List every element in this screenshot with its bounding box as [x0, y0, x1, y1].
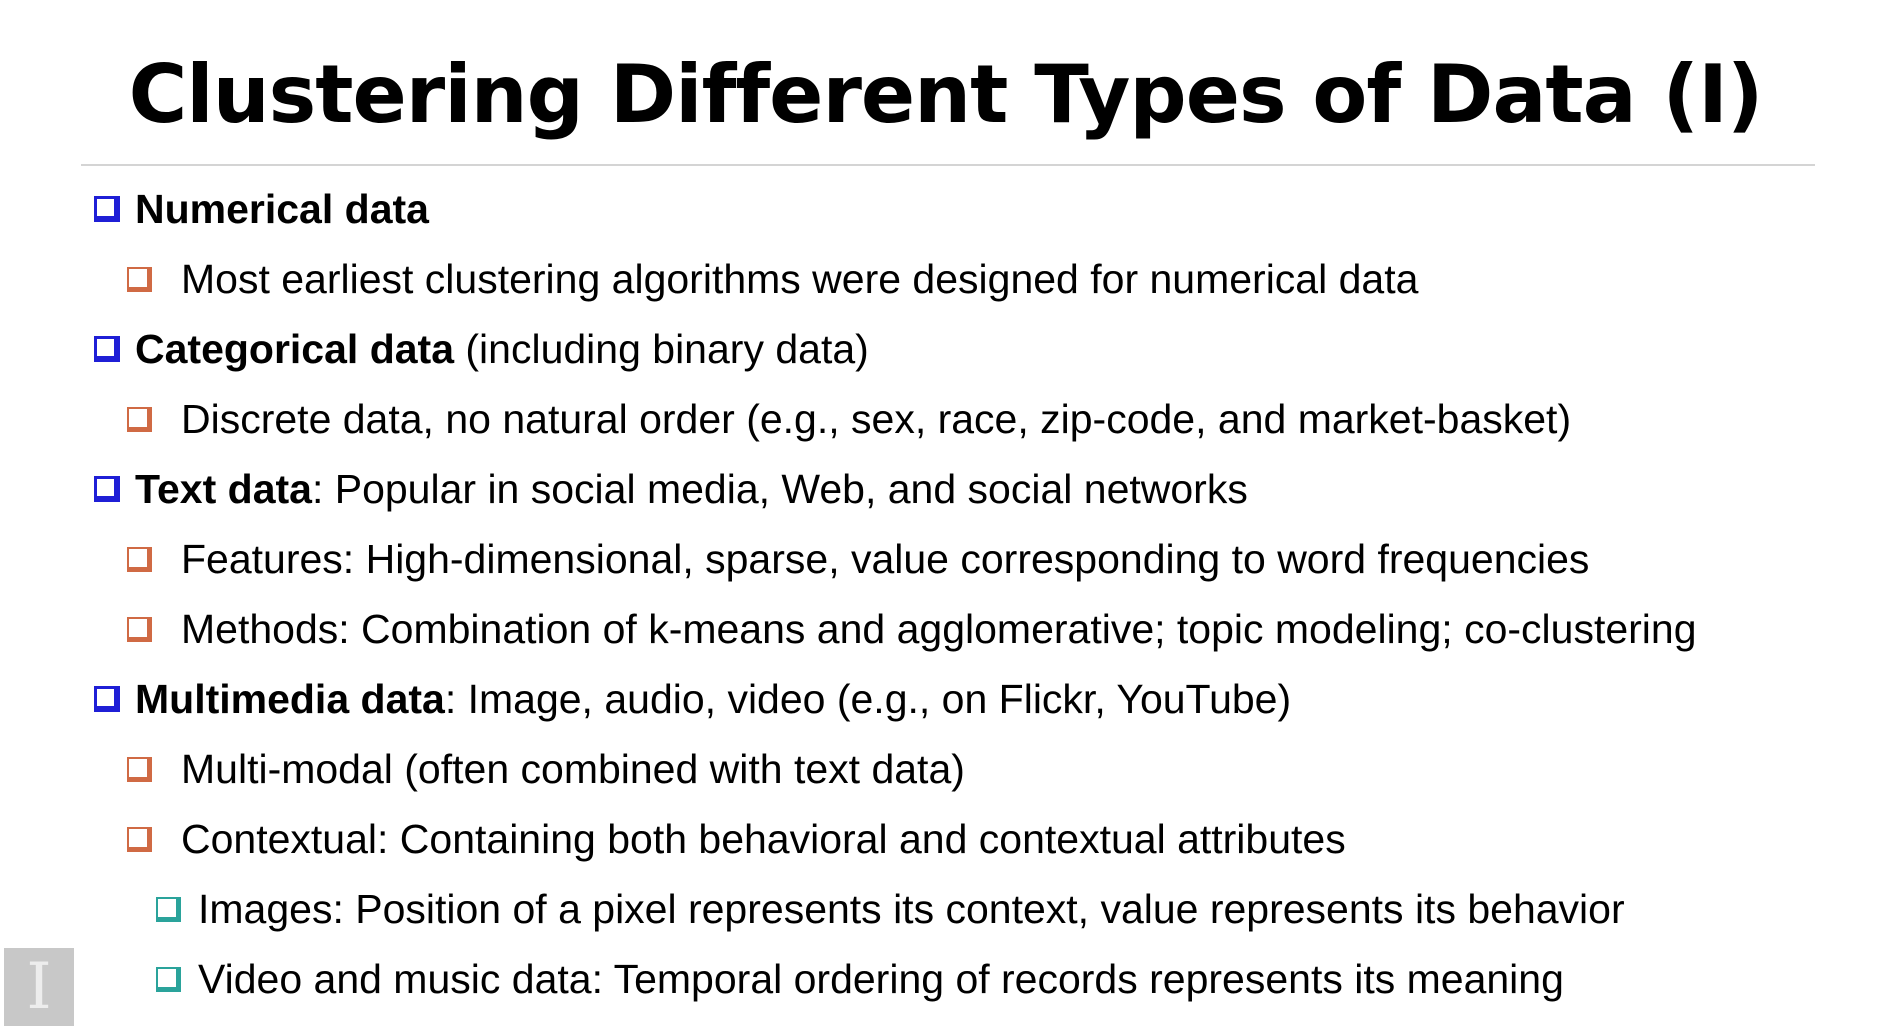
bullet-text: Categorical data (including binary data): [135, 326, 869, 372]
bullet-text: Numerical data: [135, 186, 429, 232]
bullet-text: Multi-modal (often combined with text da…: [181, 746, 965, 792]
square-bullet-icon: [127, 547, 152, 572]
bullet-item: Categorical data (including binary data): [0, 314, 1891, 384]
bullet-text: Video and music data: Temporal ordering …: [198, 956, 1564, 1002]
bullet-item: Most earliest clustering algorithms were…: [0, 244, 1891, 314]
bullet-text: Features: High-dimensional, sparse, valu…: [181, 536, 1590, 582]
square-bullet-icon: [127, 617, 152, 642]
bullet-list: Numerical data Most earliest clustering …: [0, 174, 1891, 1014]
square-bullet-icon: [94, 686, 120, 712]
bullet-text: Methods: Combination of k-means and aggl…: [181, 606, 1697, 652]
bullet-item: Contextual: Containing both behavioral a…: [0, 804, 1891, 874]
square-bullet-icon: [94, 476, 120, 502]
slide: Clustering Different Types of Data (I) N…: [0, 0, 1891, 1026]
bullet-item: Discrete data, no natural order (e.g., s…: [0, 384, 1891, 454]
square-bullet-icon: [94, 336, 120, 362]
square-bullet-icon: [94, 196, 120, 222]
square-bullet-icon: [127, 827, 152, 852]
bullet-text: Multimedia data: Image, audio, video (e.…: [135, 676, 1292, 722]
bullet-item: Text data: Popular in social media, Web,…: [0, 454, 1891, 524]
bullet-text: Text data: Popular in social media, Web,…: [135, 466, 1248, 512]
square-bullet-icon: [127, 267, 152, 292]
bullet-text: Contextual: Containing both behavioral a…: [181, 816, 1346, 862]
bullet-item: Methods: Combination of k-means and aggl…: [0, 594, 1891, 664]
title-divider: [81, 164, 1815, 166]
bullet-text: Images: Position of a pixel represents i…: [198, 886, 1625, 932]
bullet-text: Most earliest clustering algorithms were…: [181, 256, 1419, 302]
bullet-item: Multi-modal (often combined with text da…: [0, 734, 1891, 804]
bullet-item: Numerical data: [0, 174, 1891, 244]
bullet-item: Images: Position of a pixel represents i…: [0, 874, 1891, 944]
slide-title: Clustering Different Types of Data (I): [128, 48, 1764, 141]
square-bullet-icon: [127, 757, 152, 782]
bullet-item: Video and music data: Temporal ordering …: [0, 944, 1891, 1014]
bullet-text: Discrete data, no natural order (e.g., s…: [181, 396, 1572, 442]
square-bullet-icon: [156, 897, 181, 922]
square-bullet-icon: [156, 967, 181, 992]
text-cursor-glyph: I: [26, 950, 52, 1024]
bullet-item: Multimedia data: Image, audio, video (e.…: [0, 664, 1891, 734]
square-bullet-icon: [127, 407, 152, 432]
text-cursor-icon[interactable]: I: [4, 948, 74, 1026]
bullet-item: Features: High-dimensional, sparse, valu…: [0, 524, 1891, 594]
